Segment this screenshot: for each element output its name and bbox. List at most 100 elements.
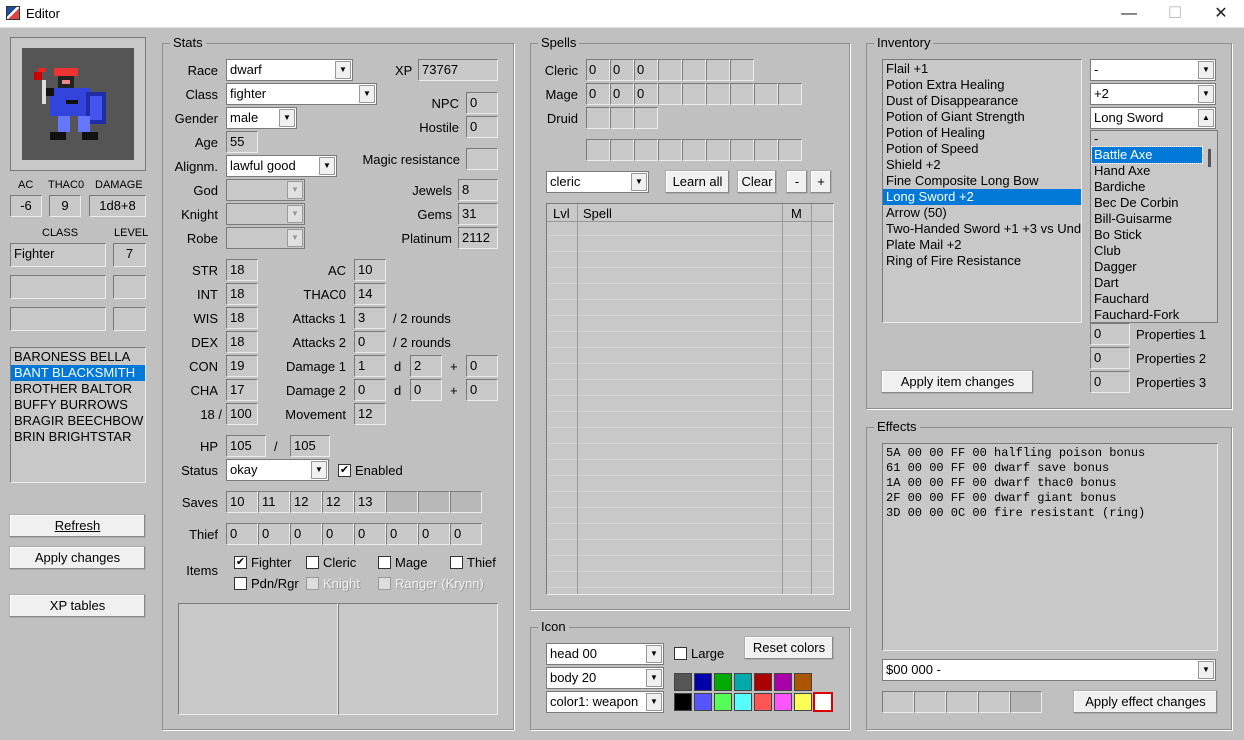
- large-icon-checkbox[interactable]: [674, 647, 687, 660]
- mage-slot-input[interactable]: [730, 83, 754, 105]
- item-mage-checkbox[interactable]: [378, 556, 391, 569]
- save-input[interactable]: [450, 491, 482, 513]
- effect-byte-input[interactable]: [978, 691, 1010, 713]
- spell-class-select[interactable]: cleric ▼: [546, 171, 649, 193]
- color-swatch[interactable]: [734, 673, 752, 691]
- color-swatch[interactable]: [674, 693, 692, 711]
- robe-select[interactable]: ▼: [226, 227, 305, 249]
- apply-changes-button[interactable]: Apply changes: [9, 546, 146, 570]
- item-type-option[interactable]: Bill-Guisarme: [1092, 211, 1202, 227]
- cleric-slot-input[interactable]: [706, 59, 730, 81]
- save-input[interactable]: [386, 491, 418, 513]
- effect-byte-input[interactable]: [882, 691, 914, 713]
- character-list[interactable]: BARONESS BELLA BANT BLACKSMITH BROTHER B…: [10, 347, 146, 483]
- inventory-item[interactable]: Plate Mail +2: [883, 237, 1081, 253]
- character-item[interactable]: BRAGIR BEECHBOW: [11, 413, 145, 429]
- item-paladin-ranger-checkbox[interactable]: [234, 577, 247, 590]
- minimize-button[interactable]: —: [1106, 0, 1152, 28]
- thief-skill-input[interactable]: 0: [386, 523, 418, 545]
- attacks2-input[interactable]: 0: [354, 331, 386, 353]
- effect-type-select[interactable]: $00 000 - ▼: [882, 659, 1216, 681]
- item-prefix-select[interactable]: - ▼: [1090, 59, 1216, 81]
- item-type-option[interactable]: Bo Stick: [1092, 227, 1202, 243]
- inventory-item-selected[interactable]: Long Sword +2: [883, 189, 1081, 205]
- thief-skill-input[interactable]: 0: [226, 523, 258, 545]
- inventory-item[interactable]: Arrow (50): [883, 205, 1081, 221]
- extra-slot-input[interactable]: [610, 139, 634, 161]
- scrollbar-thumb[interactable]: [1208, 149, 1211, 167]
- notes-box-right[interactable]: [338, 603, 498, 715]
- damage2-bonus-input[interactable]: 0: [466, 379, 498, 401]
- save-input[interactable]: 10: [226, 491, 258, 513]
- str-input[interactable]: 18: [226, 259, 258, 281]
- learn-all-button[interactable]: Learn all: [665, 170, 730, 194]
- notes-box-left[interactable]: [178, 603, 338, 715]
- mage-slot-input[interactable]: [682, 83, 706, 105]
- knight-select[interactable]: ▼: [226, 203, 305, 225]
- thief-skill-input[interactable]: 0: [354, 523, 386, 545]
- inventory-list[interactable]: Flail +1 Potion Extra Healing Dust of Di…: [882, 59, 1082, 323]
- inventory-item[interactable]: Flail +1: [883, 61, 1081, 77]
- body-select[interactable]: body 20 ▼: [546, 667, 664, 689]
- effect-byte-input[interactable]: [946, 691, 978, 713]
- color-slot-select[interactable]: color1: weapon ▼: [546, 691, 664, 713]
- save-input[interactable]: [418, 491, 450, 513]
- color-swatch[interactable]: [794, 673, 812, 691]
- character-item[interactable]: BUFFY BURROWS: [11, 397, 145, 413]
- item-type-option[interactable]: Fauchard: [1092, 291, 1202, 307]
- inventory-item[interactable]: Two-Handed Sword +1 +3 vs Und: [883, 221, 1081, 237]
- character-item[interactable]: BRIN BRIGHTSTAR: [11, 429, 145, 445]
- extra-slot-input[interactable]: [754, 139, 778, 161]
- extra-slot-input[interactable]: [706, 139, 730, 161]
- properties2-input[interactable]: 0: [1090, 347, 1130, 369]
- inventory-item[interactable]: Shield +2: [883, 157, 1081, 173]
- hp-input[interactable]: 105: [226, 435, 266, 457]
- cha-input[interactable]: 17: [226, 379, 258, 401]
- effects-list[interactable]: 5A 00 00 FF 00 halfling poison bonus 61 …: [882, 443, 1218, 651]
- item-ranger-krynn-checkbox[interactable]: [378, 577, 391, 590]
- alignment-select[interactable]: lawful good ▼: [226, 155, 337, 177]
- damage1-count-input[interactable]: 1: [354, 355, 386, 377]
- mage-slot-input[interactable]: [658, 83, 682, 105]
- cleric-slot-input[interactable]: 0: [634, 59, 658, 81]
- inventory-item[interactable]: Potion of Giant Strength: [883, 109, 1081, 125]
- gems-input[interactable]: 31: [458, 203, 498, 225]
- extra-slot-input[interactable]: [778, 139, 802, 161]
- save-input[interactable]: 12: [322, 491, 354, 513]
- color-swatch[interactable]: [754, 673, 772, 691]
- extra-slot-input[interactable]: [658, 139, 682, 161]
- color-swatch[interactable]: [694, 693, 712, 711]
- dex-input[interactable]: 18: [226, 331, 258, 353]
- item-type-dropdown-list[interactable]: - Battle Axe Hand Axe Bardiche Bec De Co…: [1090, 130, 1218, 323]
- color-swatch[interactable]: [714, 693, 732, 711]
- mage-slot-input[interactable]: 0: [610, 83, 634, 105]
- mage-slot-input[interactable]: 0: [586, 83, 610, 105]
- color-swatch[interactable]: [694, 673, 712, 691]
- effect-row[interactable]: 3D 00 00 0C 00 fire resistant (ring): [883, 506, 1217, 521]
- thac0-stat-input[interactable]: 14: [354, 283, 386, 305]
- druid-slot-input[interactable]: [610, 107, 634, 129]
- spell-table[interactable]: Lvl Spell M: [546, 203, 834, 595]
- npc-input[interactable]: 0: [466, 92, 498, 114]
- wis-input[interactable]: 18: [226, 307, 258, 329]
- color-swatch[interactable]: [774, 693, 792, 711]
- extra-slot-input[interactable]: [730, 139, 754, 161]
- color-swatch[interactable]: [734, 693, 752, 711]
- item-type-option[interactable]: Hand Axe: [1092, 163, 1202, 179]
- item-type-select[interactable]: Long Sword ▲: [1090, 107, 1216, 129]
- item-type-option[interactable]: Club: [1092, 243, 1202, 259]
- inventory-item[interactable]: Potion of Speed: [883, 141, 1081, 157]
- column-header-m[interactable]: M: [791, 206, 802, 221]
- color-swatch[interactable]: [754, 693, 772, 711]
- item-knight-checkbox[interactable]: [306, 577, 319, 590]
- thief-skill-input[interactable]: 0: [258, 523, 290, 545]
- cleric-slot-input[interactable]: [658, 59, 682, 81]
- item-cleric-checkbox[interactable]: [306, 556, 319, 569]
- item-type-option[interactable]: Dart: [1092, 275, 1202, 291]
- god-select[interactable]: ▼: [226, 179, 305, 201]
- item-type-option[interactable]: Bec De Corbin: [1092, 195, 1202, 211]
- race-select[interactable]: dwarf ▼: [226, 59, 353, 81]
- effect-row[interactable]: 5A 00 00 FF 00 halfling poison bonus: [883, 446, 1217, 461]
- druid-slot-input[interactable]: [634, 107, 658, 129]
- save-input[interactable]: 11: [258, 491, 290, 513]
